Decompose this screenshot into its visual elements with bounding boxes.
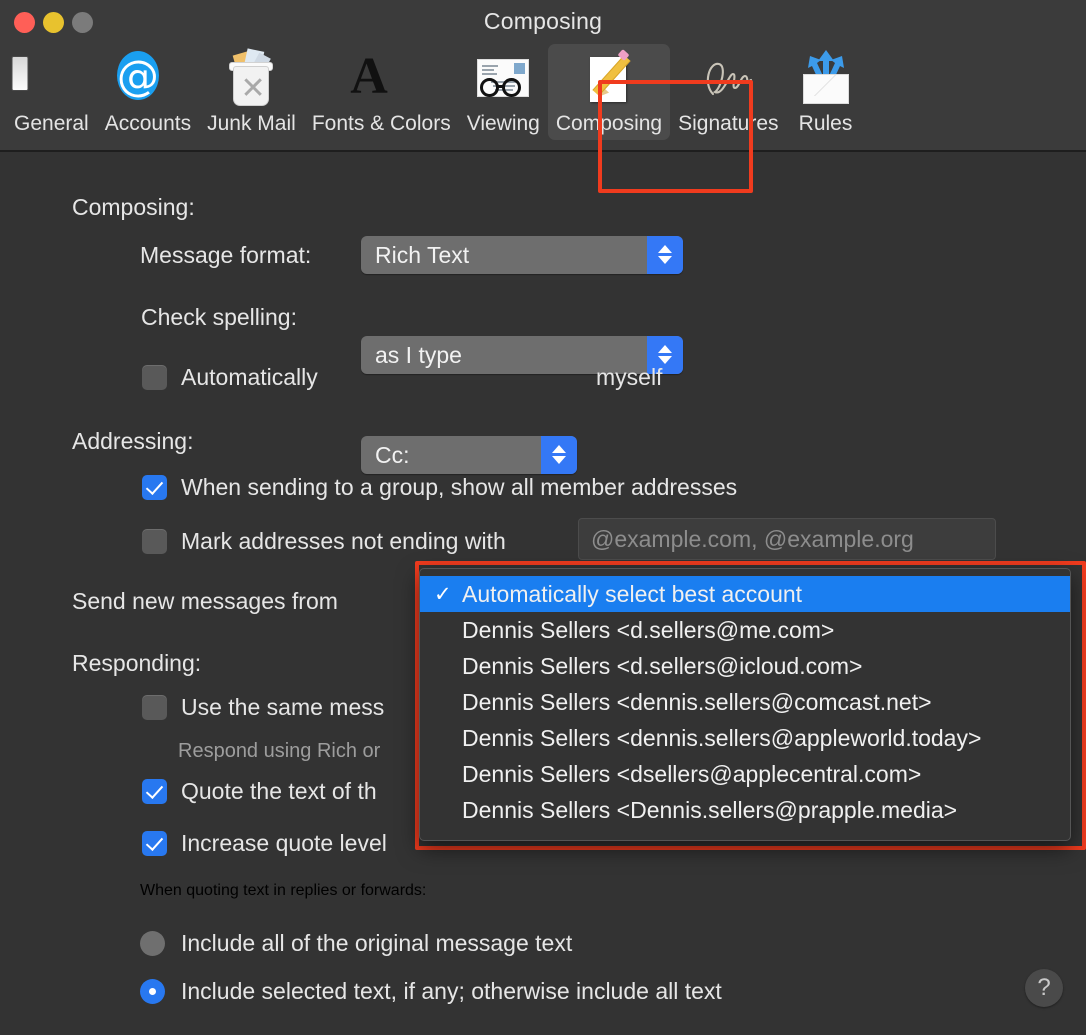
menu-item-account[interactable]: Dennis Sellers <d.sellers@icloud.com> <box>420 648 1070 684</box>
chevron-updown-icon <box>541 436 577 474</box>
quoting-heading: When quoting text in replies or forwards… <box>140 882 426 900</box>
menu-item-account[interactable]: ✓ Automatically select best account <box>420 576 1070 612</box>
menu-item-label: Dennis Sellers <d.sellers@icloud.com> <box>462 653 862 680</box>
general-switch-icon <box>20 48 82 110</box>
toolbar-item-fonts-colors[interactable]: A Fonts & Colors <box>304 44 459 140</box>
menu-item-label: Dennis Sellers <dennis.sellers@comcast.n… <box>462 689 932 716</box>
message-format-label: Message format: <box>140 242 311 269</box>
menu-item-account[interactable]: Dennis Sellers <d.sellers@me.com> <box>420 612 1070 648</box>
increase-quote-row[interactable]: Increase quote level <box>142 830 387 857</box>
increase-quote-label: Increase quote level <box>181 830 387 857</box>
toolbar-label-fonts-colors: Fonts & Colors <box>312 112 451 136</box>
preferences-window: Composing General @ Accounts ✕ Junk Mail <box>0 0 1086 1035</box>
toolbar-label-composing: Composing <box>556 112 662 136</box>
toolbar-label-accounts: Accounts <box>105 112 191 136</box>
menu-item-label: Dennis Sellers <dennis.sellers@appleworl… <box>462 725 981 752</box>
automatically-cc-row: Automatically <box>142 364 318 391</box>
toolbar-item-general[interactable]: General <box>6 44 97 140</box>
at-sign-icon: @ <box>117 48 179 110</box>
toolbar-label-general: General <box>14 112 89 136</box>
send-from-row: Send new messages from <box>72 588 338 615</box>
menu-item-label: Automatically select best account <box>462 581 802 608</box>
automatically-label: Automatically <box>181 364 318 391</box>
increase-quote-checkbox[interactable] <box>142 831 167 856</box>
same-format-row[interactable]: Use the same mess <box>142 694 384 721</box>
quote-text-label: Quote the text of th <box>181 778 377 805</box>
toolbar-item-signatures[interactable]: Signatures <box>670 44 786 140</box>
color-wheel-a-icon: A <box>350 48 412 110</box>
automatically-checkbox[interactable] <box>142 365 167 390</box>
quote-selected-label: Include selected text, if any; otherwise… <box>181 978 722 1005</box>
pencil-page-icon <box>578 48 640 110</box>
toolbar-label-viewing: Viewing <box>467 112 540 136</box>
myself-label: myself <box>596 364 662 391</box>
same-format-sub-row: Respond using Rich or <box>178 740 380 763</box>
mark-addresses-input[interactable]: @example.com, @example.org <box>578 518 996 560</box>
myself-row: myself <box>596 364 662 391</box>
addressing-heading: Addressing: <box>72 428 193 455</box>
menu-item-label: Dennis Sellers <d.sellers@me.com> <box>462 617 834 644</box>
toolbar-label-signatures: Signatures <box>678 112 778 136</box>
group-addresses-row[interactable]: When sending to a group, show all member… <box>142 474 737 501</box>
mark-addresses-label: Mark addresses not ending with <box>181 528 506 555</box>
chevron-updown-icon <box>647 236 683 274</box>
menu-item-account[interactable]: Dennis Sellers <dsellers@applecentral.co… <box>420 756 1070 792</box>
group-addresses-checkbox[interactable] <box>142 475 167 500</box>
quote-all-label: Include all of the original message text <box>181 930 572 957</box>
same-format-subtext: Respond using Rich or <box>178 740 380 763</box>
same-format-checkbox[interactable] <box>142 695 167 720</box>
quote-all-row[interactable]: Include all of the original message text <box>140 930 572 957</box>
toolbar-label-junk-mail: Junk Mail <box>207 112 296 136</box>
checkmark-icon: ✓ <box>434 582 462 607</box>
window-title: Composing <box>0 8 1086 35</box>
help-button[interactable]: ? <box>1025 969 1063 1007</box>
toolbar-item-junk-mail[interactable]: ✕ Junk Mail <box>199 44 304 140</box>
window-titlebar: Composing <box>0 0 1086 44</box>
envelope-arrows-icon <box>795 48 857 110</box>
trash-can-icon: ✕ <box>220 48 282 110</box>
toolbar-label-rules: Rules <box>799 112 853 136</box>
quote-all-radio[interactable] <box>140 931 165 956</box>
mark-addresses-checkbox[interactable] <box>142 529 167 554</box>
cc-bcc-popup[interactable]: Cc: <box>361 436 577 474</box>
quote-text-row[interactable]: Quote the text of th <box>142 778 377 805</box>
menu-item-label: Dennis Sellers <dsellers@applecentral.co… <box>462 761 921 788</box>
quote-selected-radio[interactable] <box>140 979 165 1004</box>
send-from-label: Send new messages from <box>72 588 338 615</box>
send-from-account-menu[interactable]: ✓ Automatically select best account Denn… <box>419 568 1071 841</box>
mark-addresses-placeholder: @example.com, @example.org <box>591 526 914 553</box>
menu-item-account[interactable]: Dennis Sellers <dennis.sellers@appleworl… <box>420 720 1070 756</box>
check-spelling-label: Check spelling: <box>141 304 297 331</box>
responding-heading: Responding: <box>72 650 201 677</box>
message-format-row: Message format: <box>140 242 311 269</box>
check-spelling-value: as I type <box>361 342 462 369</box>
mark-addresses-row[interactable]: Mark addresses not ending with <box>142 528 506 555</box>
quote-text-checkbox[interactable] <box>142 779 167 804</box>
preferences-toolbar: General @ Accounts ✕ Junk Mail A Fonts &… <box>0 44 1086 152</box>
signature-icon <box>697 48 759 110</box>
same-format-label: Use the same mess <box>181 694 384 721</box>
menu-item-account[interactable]: Dennis Sellers <dennis.sellers@comcast.n… <box>420 684 1070 720</box>
check-spelling-row: Check spelling: <box>141 304 297 331</box>
toolbar-item-composing[interactable]: Composing <box>548 44 670 140</box>
message-format-value: Rich Text <box>361 242 469 269</box>
toolbar-item-viewing[interactable]: Viewing <box>459 44 548 140</box>
menu-item-account[interactable]: Dennis Sellers <Dennis.sellers@prapple.m… <box>420 792 1070 828</box>
menu-item-label: Dennis Sellers <Dennis.sellers@prapple.m… <box>462 797 957 824</box>
group-addresses-label: When sending to a group, show all member… <box>181 474 737 501</box>
toolbar-item-accounts[interactable]: @ Accounts <box>97 44 199 140</box>
message-format-popup[interactable]: Rich Text <box>361 236 683 274</box>
cc-bcc-value: Cc: <box>361 442 410 469</box>
composing-heading: Composing: <box>72 194 195 221</box>
quote-selected-row[interactable]: Include selected text, if any; otherwise… <box>140 978 722 1005</box>
envelope-glasses-icon <box>472 48 534 110</box>
toolbar-item-rules[interactable]: Rules <box>787 44 865 140</box>
